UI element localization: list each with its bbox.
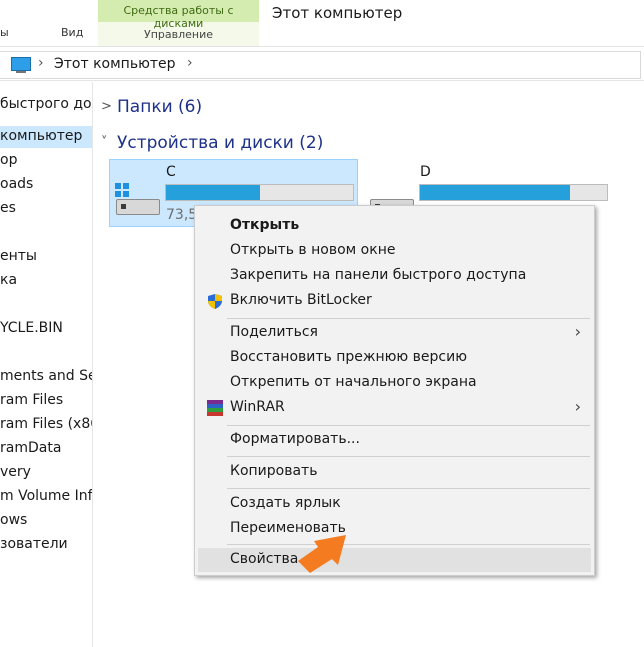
collapse-chevron-icon[interactable]: ˅ bbox=[101, 135, 108, 150]
menu-item-format[interactable]: Форматировать... bbox=[198, 428, 591, 452]
menu-item-pin-quick-access[interactable]: Закрепить на панели быстрого доступа bbox=[198, 264, 591, 288]
hard-drive-icon bbox=[116, 199, 160, 215]
navigation-pane: быстрого до компьютер ор oads es енты ка… bbox=[0, 82, 93, 647]
menu-item-unpin-start[interactable]: Открепить от начального экрана bbox=[198, 371, 591, 395]
ribbon: ы Вид Средства работы с дисками Управлен… bbox=[0, 0, 644, 47]
breadcrumb-chevron-icon[interactable]: › bbox=[187, 55, 193, 71]
nav-item-documents-and-settings[interactable]: ments and Se bbox=[0, 366, 92, 388]
winrar-icon bbox=[207, 400, 223, 416]
menu-item-create-shortcut[interactable]: Создать ярлык bbox=[198, 492, 591, 516]
address-bar[interactable]: › Этот компьютер › bbox=[0, 50, 644, 81]
folders-group-label: Папки (6) bbox=[117, 97, 203, 117]
shield-icon bbox=[208, 294, 222, 309]
menu-separator bbox=[227, 544, 590, 545]
breadcrumb-this-pc[interactable]: Этот компьютер bbox=[54, 56, 176, 72]
context-group-title: Средства работы с дисками bbox=[123, 4, 234, 30]
nav-item-downloads[interactable]: oads bbox=[0, 174, 92, 196]
ribbon-tab-partial[interactable]: ы bbox=[0, 26, 9, 39]
context-menu: Открыть Открыть в новом окне Закрепить н… bbox=[194, 205, 595, 576]
menu-item-restore-previous-version[interactable]: Восстановить прежнюю версию bbox=[198, 346, 591, 370]
nav-item-program-files[interactable]: ram Files bbox=[0, 390, 92, 412]
menu-separator bbox=[227, 488, 590, 489]
drive-c-size: 73,5 bbox=[166, 207, 198, 223]
ribbon-tab-view[interactable]: Вид bbox=[61, 26, 83, 39]
menu-item-open-new-window[interactable]: Открыть в новом окне bbox=[198, 239, 591, 263]
nav-item-users[interactable]: зователи bbox=[0, 534, 92, 556]
breadcrumb-chevron-icon[interactable]: › bbox=[38, 55, 44, 71]
expand-chevron-icon[interactable]: > bbox=[101, 99, 112, 114]
submenu-chevron-icon: › bbox=[574, 397, 581, 416]
menu-separator bbox=[227, 318, 590, 319]
drive-d-name: D bbox=[420, 164, 431, 180]
nav-item-this-pc[interactable]: компьютер bbox=[0, 126, 92, 148]
menu-separator bbox=[227, 425, 590, 426]
drive-c-usage-fill bbox=[166, 185, 260, 200]
nav-item-documents[interactable]: енты bbox=[0, 246, 92, 268]
menu-separator bbox=[227, 456, 590, 457]
submenu-chevron-icon: › bbox=[574, 322, 581, 341]
menu-item-rename[interactable]: Переименовать bbox=[198, 517, 591, 541]
drive-d-usage-fill bbox=[420, 185, 570, 200]
menu-item-share[interactable]: Поделиться › bbox=[198, 321, 591, 345]
nav-item-desktop[interactable]: ор bbox=[0, 150, 92, 172]
annotation-arrow-icon bbox=[298, 535, 346, 573]
nav-item-system-volume-info[interactable]: m Volume Inf bbox=[0, 486, 92, 508]
menu-item-copy[interactable]: Копировать bbox=[198, 460, 591, 484]
computer-icon bbox=[11, 57, 31, 73]
devices-group-label: Устройства и диски (2) bbox=[117, 133, 324, 153]
nav-item-windows[interactable]: ows bbox=[0, 510, 92, 532]
nav-item-quick-access[interactable]: быстрого до bbox=[0, 94, 92, 116]
menu-item-properties[interactable]: Свойства bbox=[198, 548, 591, 572]
menu-item-winrar[interactable]: WinRAR › bbox=[198, 396, 591, 420]
nav-item-pictures[interactable]: es bbox=[0, 198, 92, 220]
menu-item-bitlocker[interactable]: Включить BitLocker bbox=[198, 289, 591, 313]
nav-item-program-files-x86[interactable]: ram Files (x86 bbox=[0, 414, 92, 436]
menu-item-open[interactable]: Открыть bbox=[198, 214, 591, 238]
nav-item-programdata[interactable]: ramData bbox=[0, 438, 92, 460]
nav-item-recovery[interactable]: very bbox=[0, 462, 92, 484]
nav-item-recycle-bin[interactable]: YCLE.BIN bbox=[0, 318, 92, 340]
nav-item-music[interactable]: ка bbox=[0, 270, 92, 292]
drive-c-usage-bar bbox=[165, 184, 354, 201]
drive-d-usage-bar bbox=[419, 184, 608, 201]
window-title: Этот компьютер bbox=[272, 4, 403, 22]
context-tab-group: Средства работы с дисками Управление bbox=[98, 0, 259, 46]
ribbon-tab-manage[interactable]: Управление bbox=[98, 28, 259, 41]
drive-c-name: C bbox=[166, 164, 176, 180]
windows-logo-icon bbox=[115, 183, 129, 197]
